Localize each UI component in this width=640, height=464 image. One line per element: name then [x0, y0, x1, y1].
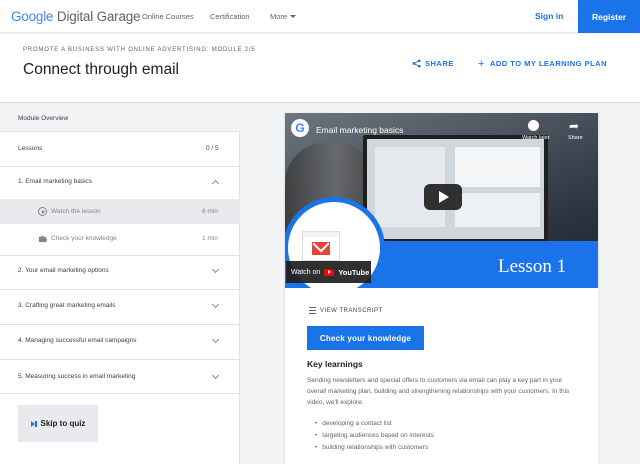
lesson-number-label: Lesson 1 — [498, 256, 567, 277]
list-item: building relationships with customers — [315, 442, 434, 454]
list-item: targeting audiences based on interests — [315, 430, 434, 442]
envelope-icon — [312, 242, 330, 255]
share-label: SHARE — [425, 59, 454, 68]
clock-icon[interactable] — [528, 120, 539, 131]
lesson-card: G Email marketing basics Watch later ➦ S… — [285, 113, 598, 464]
sub-item-label: Check your knowledge — [51, 235, 117, 242]
google-digital-garage-logo[interactable]: Google Digital Garage — [11, 9, 141, 24]
add-plan-label: ADD TO MY LEARNING PLAN — [489, 59, 607, 68]
sign-in-link[interactable]: Sign in — [535, 11, 563, 21]
divider — [0, 255, 240, 256]
register-button[interactable]: Register — [578, 0, 640, 33]
add-to-learning-plan-button[interactable]: + ADD TO MY LEARNING PLAN — [478, 57, 607, 70]
chevron-down-icon — [211, 265, 220, 274]
play-circle-icon — [38, 207, 47, 216]
divider — [0, 359, 240, 360]
check-knowledge-button[interactable]: Check your knowledge — [307, 326, 424, 350]
share-icon — [412, 59, 421, 68]
lessons-header: Lessons 0 / 5 — [0, 145, 240, 157]
module-overview-header[interactable]: Module Overview — [0, 103, 240, 132]
sidebar-item-label: 1. Email marketing basics — [18, 178, 93, 185]
video-share-label[interactable]: Share — [568, 135, 583, 141]
sub-item-check-knowledge[interactable]: Check your knowledge 1 min — [0, 226, 240, 251]
transcript-label: VIEW TRANSCRIPT — [320, 307, 383, 314]
puzzle-icon — [38, 235, 47, 243]
view-transcript-link[interactable]: VIEW TRANSCRIPT — [309, 307, 383, 314]
nav-more-label: More — [270, 12, 288, 21]
nav-certification[interactable]: Certification — [210, 12, 250, 21]
sidebar-item-label: 3. Crafting great marketing emails — [18, 302, 116, 309]
sidebar-item-label: 2. Your email marketing options — [18, 267, 109, 274]
chevron-down-icon — [211, 300, 220, 309]
key-learnings-title: Key learnings — [307, 359, 363, 369]
youtube-wordmark: YouTube — [338, 267, 370, 277]
sidebar-item-lesson-4[interactable]: 4. Managing successful email campaigns — [0, 335, 240, 349]
sub-item-duration: 1 min — [202, 235, 218, 242]
caret-down-icon — [290, 15, 297, 18]
nav-more[interactable]: More — [270, 12, 297, 21]
transcript-icon — [309, 307, 316, 314]
sidebar-item-lesson-1[interactable]: 1. Email marketing basics — [0, 178, 240, 190]
watch-on-youtube-button[interactable]: Watch on YouTube — [286, 261, 371, 283]
skip-label: Skip to quiz — [40, 419, 86, 428]
sub-item-watch-lesson[interactable]: Watch the lesson 6 min — [0, 199, 240, 224]
nav-online-courses[interactable]: Online Courses — [142, 12, 194, 21]
module-sidebar: Module Overview Lessons 0 / 5 1. Email m… — [0, 103, 240, 464]
logo-product: Digital Garage — [56, 9, 141, 24]
watch-later-label[interactable]: Watch later — [522, 135, 550, 141]
list-item: developing a contact list — [315, 418, 434, 430]
watch-on-label: Watch on — [291, 268, 321, 276]
sidebar-item-lesson-5[interactable]: 5. Measuring success in email marketing — [0, 371, 240, 385]
skip-next-icon — [30, 420, 37, 427]
sidebar-item-label: 5. Measuring success in email marketing — [18, 373, 136, 380]
logo-google: Google — [11, 9, 54, 24]
divider — [0, 166, 240, 167]
google-g-icon: G — [291, 119, 309, 137]
key-learnings-list: developing a contact list targeting audi… — [315, 418, 434, 454]
chevron-up-icon — [211, 179, 220, 188]
email-window-icon — [302, 231, 340, 261]
youtube-icon — [324, 268, 335, 276]
sub-item-duration: 6 min — [202, 208, 218, 215]
page-title: Connect through email — [23, 61, 179, 78]
plus-icon: + — [478, 57, 485, 70]
video-player[interactable]: G Email marketing basics Watch later ➦ S… — [285, 113, 598, 288]
share-button[interactable]: SHARE — [412, 59, 454, 68]
play-button-icon[interactable] — [424, 184, 462, 210]
top-nav: Google Digital Garage Online Courses Cer… — [0, 0, 640, 33]
divider — [0, 289, 240, 290]
divider — [0, 324, 240, 325]
divider — [0, 393, 240, 394]
lessons-label: Lessons — [18, 145, 43, 152]
chevron-down-icon — [211, 335, 220, 344]
module-kicker: PROMOTE A BUSINESS WITH ONLINE ADVERTISI… — [23, 47, 256, 53]
sidebar-item-lesson-3[interactable]: 3. Crafting great marketing emails — [0, 300, 240, 314]
sidebar-item-label: 4. Managing successful email campaigns — [18, 337, 137, 344]
share-arrow-icon[interactable]: ➦ — [569, 119, 579, 133]
video-title[interactable]: Email marketing basics — [316, 125, 403, 135]
key-learnings-body: Sending newsletters and special offers t… — [307, 377, 570, 406]
sidebar-item-lesson-2[interactable]: 2. Your email marketing options — [0, 265, 240, 279]
lessons-count: 0 / 5 — [206, 145, 219, 152]
skip-to-quiz-button[interactable]: Skip to quiz — [18, 405, 98, 442]
sub-item-label: Watch the lesson — [51, 208, 101, 215]
chevron-down-icon — [211, 371, 220, 380]
